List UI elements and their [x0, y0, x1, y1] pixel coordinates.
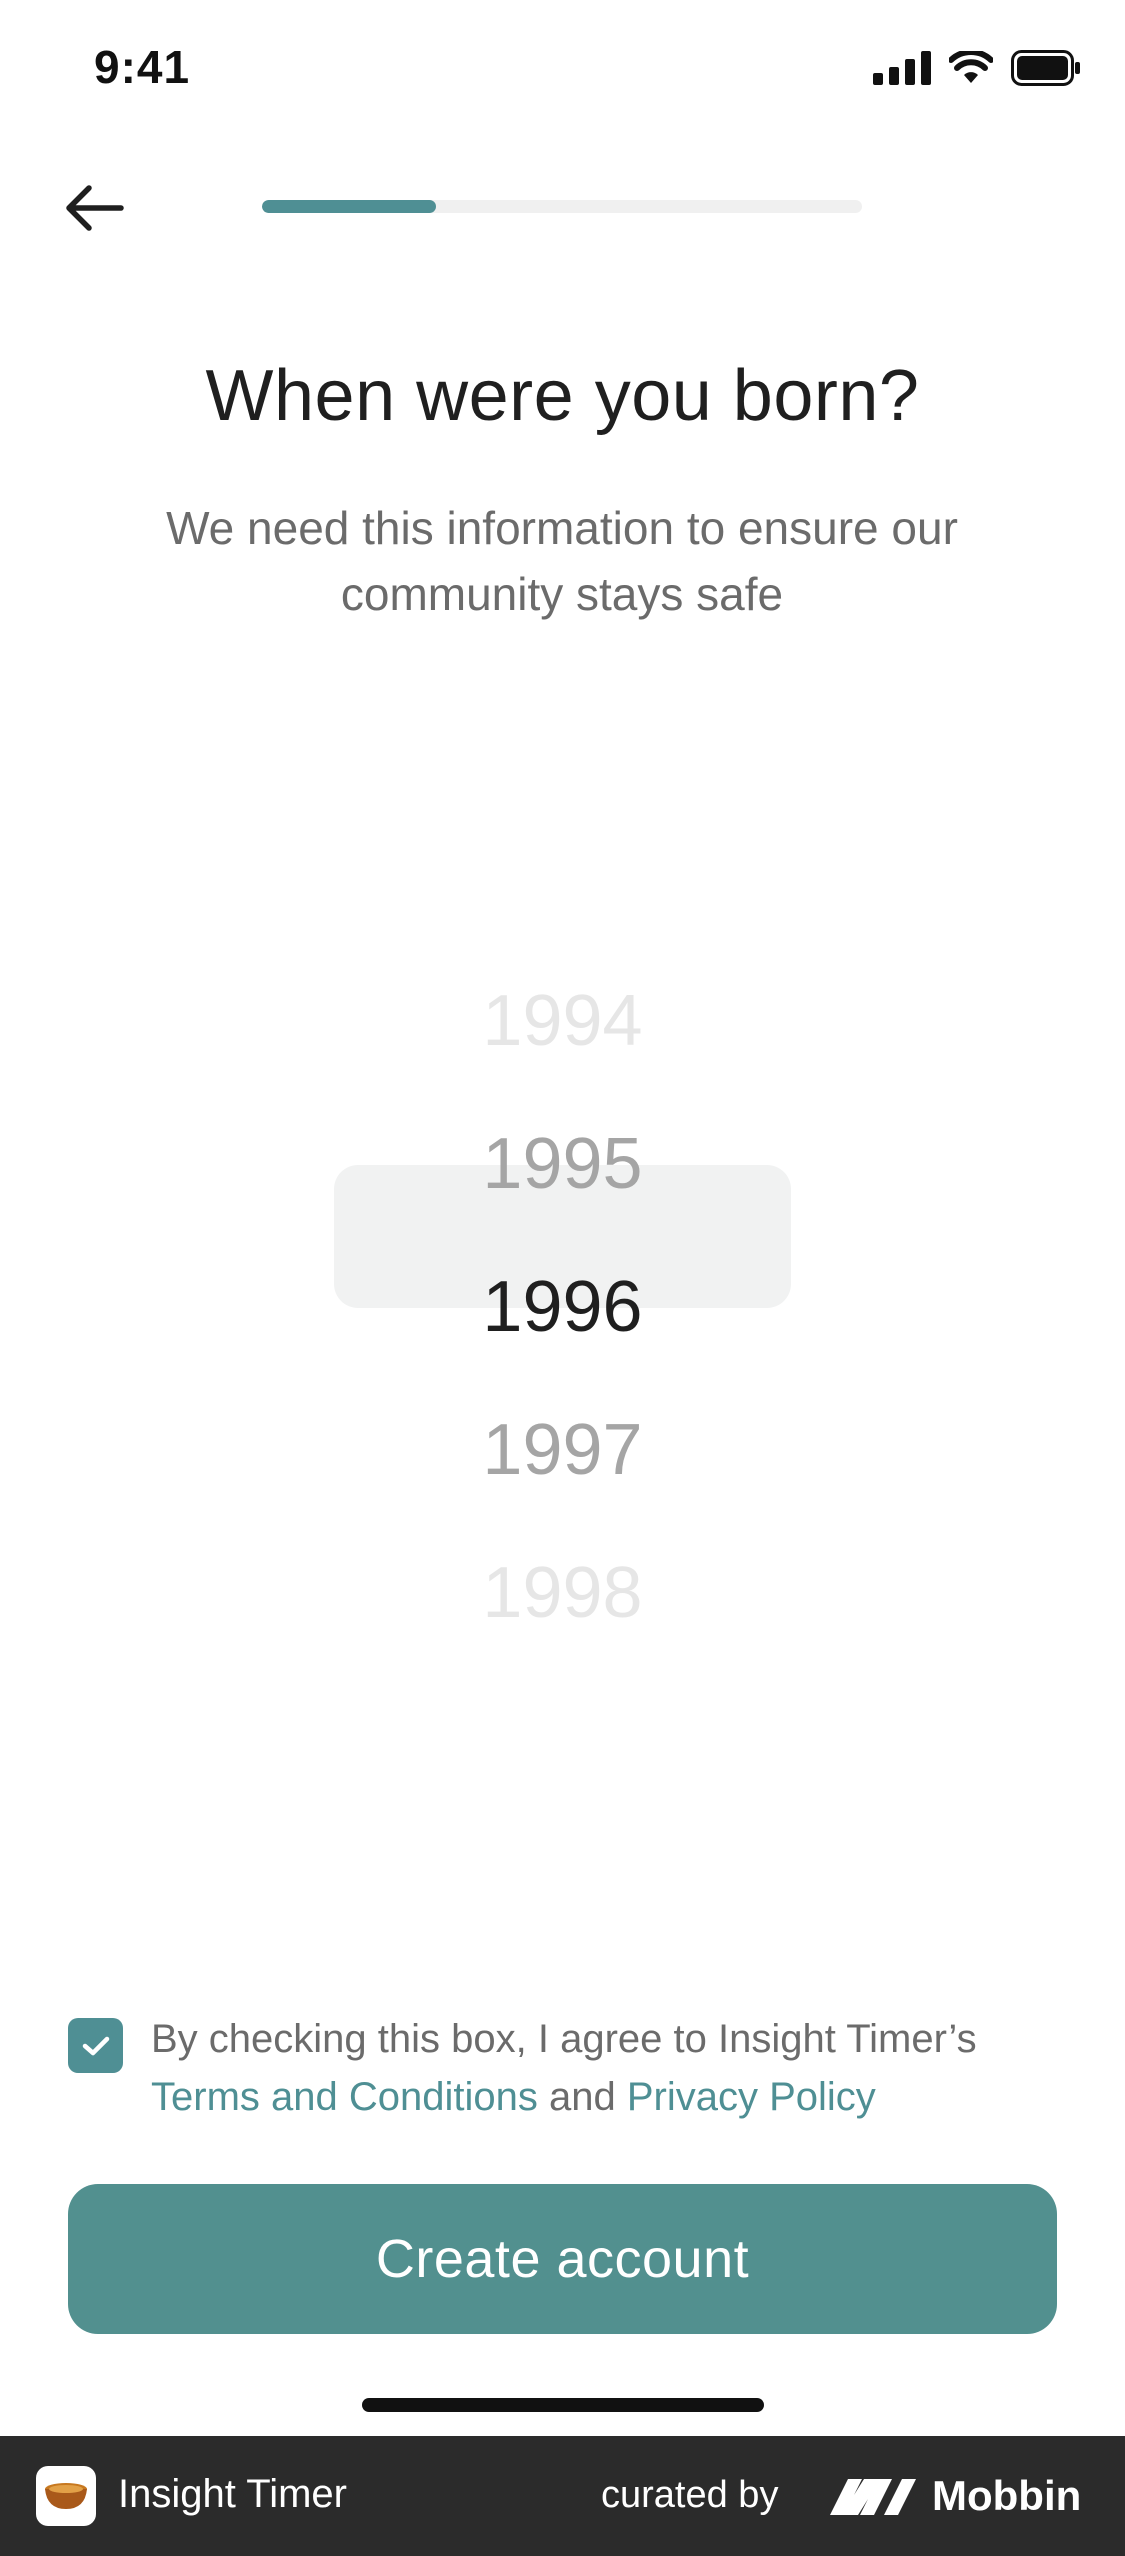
mobbin-logo: Mobbin	[830, 2472, 1081, 2520]
consent-text: By checking this box, I agree to Insight…	[151, 2010, 1071, 2126]
home-indicator	[362, 2398, 764, 2412]
consent-prefix: By checking this box, I agree to Insight…	[151, 2017, 977, 2061]
app-logo	[36, 2466, 96, 2526]
create-account-button[interactable]: Create account	[68, 2184, 1057, 2334]
terms-link[interactable]: Terms and Conditions	[151, 2075, 538, 2119]
status-bar: 9:41	[0, 0, 1125, 140]
curated-by-label: curated by	[601, 2474, 779, 2516]
page-subtitle: We need this information to ensure our c…	[166, 502, 958, 620]
progress-fill	[262, 200, 436, 213]
arrow-left-icon	[66, 185, 124, 231]
year-option-selected[interactable]: 1996	[334, 1236, 791, 1379]
bowl-icon	[45, 2483, 87, 2509]
mobbin-wordmark: Mobbin	[932, 2472, 1082, 2519]
year-option[interactable]: 1998	[334, 1522, 791, 1665]
consent-checkbox[interactable]	[68, 2018, 123, 2073]
mobbin-icon	[830, 2479, 916, 2515]
checkmark-icon	[82, 2036, 109, 2055]
footer-app-name: Insight Timer	[118, 2472, 347, 2516]
wifi-icon	[949, 51, 993, 83]
privacy-link[interactable]: Privacy Policy	[627, 2075, 876, 2119]
footer-bar: Insight Timer curated by Mobbin	[0, 2436, 1125, 2556]
status-icons	[873, 50, 1081, 86]
consent-and: and	[548, 2075, 616, 2119]
page-title: When were you born?	[205, 356, 920, 436]
year-picker[interactable]: 1994 1995 1996 1997 1998	[334, 900, 791, 1633]
status-time: 9:41	[94, 41, 191, 93]
back-button[interactable]	[56, 170, 132, 246]
battery-icon	[1011, 50, 1080, 86]
progress-bar	[262, 200, 862, 213]
year-option[interactable]: 1994	[334, 950, 791, 1093]
signal-icon	[873, 51, 931, 85]
year-option[interactable]: 1997	[334, 1379, 791, 1522]
year-option[interactable]: 1995	[334, 1093, 791, 1236]
